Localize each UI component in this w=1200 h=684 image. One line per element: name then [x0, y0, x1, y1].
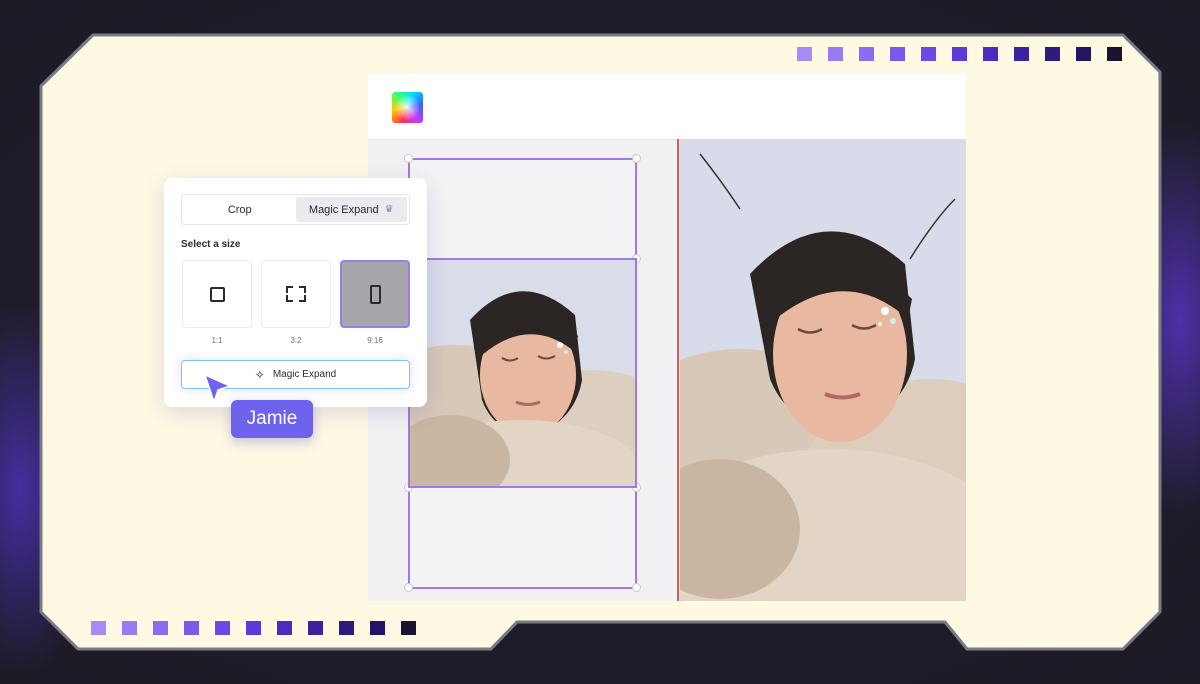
magic-expand-button-label: Magic Expand	[272, 369, 337, 380]
cursor-arrow-icon	[204, 374, 231, 403]
center-guide-line	[677, 139, 679, 601]
crown-icon: ♛	[384, 204, 394, 215]
decorative-dot	[1107, 47, 1122, 61]
decorative-dot	[1076, 47, 1091, 61]
tab-crop-label: Crop	[227, 203, 252, 216]
corners-icon	[286, 286, 306, 302]
decorative-dot	[828, 47, 843, 61]
size-option-1-1[interactable]	[182, 260, 252, 328]
collaborator-name-tag: Jamie	[231, 400, 313, 438]
decorative-dot	[277, 621, 292, 635]
decorative-dot	[921, 47, 936, 61]
decorative-dot	[308, 621, 323, 635]
size-label-1-1: 1:1	[211, 336, 223, 345]
size-option-9-16[interactable]	[340, 260, 410, 328]
decorative-dots-top	[797, 47, 1122, 61]
mode-segmented-control: Crop Magic Expand ♛	[181, 194, 410, 225]
tab-crop[interactable]: Crop	[184, 197, 296, 222]
decorative-dot	[797, 47, 812, 61]
decorative-dot	[153, 621, 168, 635]
decorative-dot	[1014, 47, 1029, 61]
editor-window	[368, 74, 966, 601]
select-size-heading: Select a size	[181, 239, 241, 250]
decorative-dot	[370, 621, 385, 635]
sparkle-icon: ✧	[254, 367, 265, 382]
decorative-dot	[215, 621, 230, 635]
color-wheel-icon[interactable]	[392, 92, 423, 123]
decorative-dot	[890, 47, 905, 61]
decorative-dot	[1045, 47, 1060, 61]
decorative-dot	[91, 621, 106, 635]
size-label-3-2: 3:2	[290, 336, 302, 345]
decorative-dot	[246, 621, 261, 635]
portrait-photo-large[interactable]	[680, 139, 966, 601]
size-label-9-16: 9:16	[367, 336, 383, 345]
decorative-dot	[184, 621, 199, 635]
resize-handle-bottom-right[interactable]	[632, 583, 641, 592]
tab-magic-expand-label: Magic Expand	[308, 203, 379, 216]
decorative-dot	[401, 621, 416, 635]
decorative-dots-bottom	[91, 621, 416, 635]
portrait-photo-small[interactable]	[408, 258, 637, 488]
size-option-3-2[interactable]	[261, 260, 331, 328]
decorative-dot	[339, 621, 354, 635]
tab-magic-expand[interactable]: Magic Expand ♛	[295, 197, 407, 222]
decorative-dot	[952, 47, 967, 61]
resize-handle-bottom-left[interactable]	[404, 583, 413, 592]
decorative-dot	[859, 47, 874, 61]
square-icon	[209, 286, 225, 302]
portrait-icon	[369, 284, 381, 304]
resize-handle-top-right[interactable]	[632, 154, 641, 163]
decorative-dot	[122, 621, 137, 635]
resize-handle-top-left[interactable]	[404, 154, 413, 163]
editor-header	[368, 74, 966, 140]
decorative-dot	[983, 47, 998, 61]
